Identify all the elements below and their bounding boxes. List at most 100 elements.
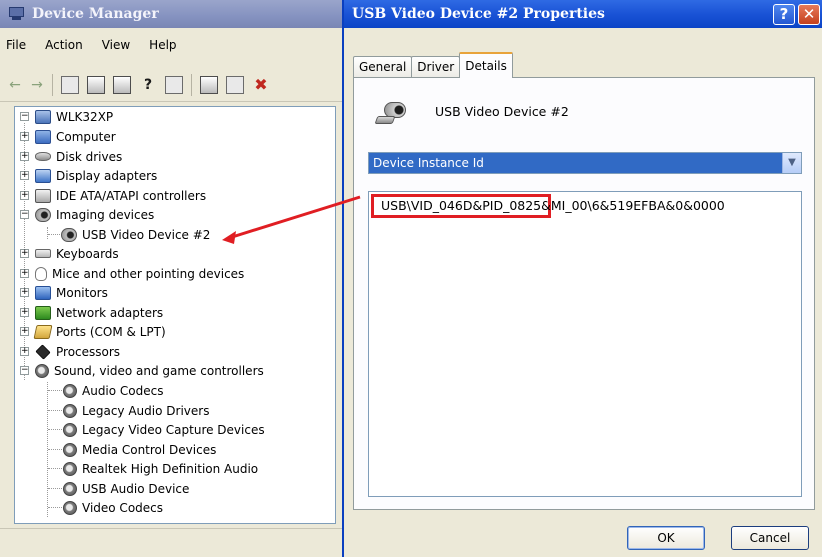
- disk-drive-icon: [35, 152, 51, 161]
- close-button[interactable]: ✕: [798, 4, 820, 25]
- tree-line: [48, 429, 62, 430]
- camera-icon: [35, 207, 51, 222]
- tree-item-keyboards[interactable]: Keyboards: [35, 244, 119, 263]
- speaker-icon: [63, 442, 77, 457]
- chevron-down-icon[interactable]: ▼: [782, 153, 801, 173]
- property-value-list[interactable]: USB\VID_046D&PID_0825&MI_00\6&519EFBA&0&…: [368, 191, 802, 497]
- expand-toggle[interactable]: +: [20, 269, 29, 278]
- toolbar: ← → ? ✖: [0, 68, 342, 102]
- tree-item-audio-codecs[interactable]: Audio Codecs: [63, 381, 164, 400]
- speaker-icon: [35, 363, 49, 378]
- tree-item-sound-video-game[interactable]: Sound, video and game controllers: [35, 361, 264, 380]
- scan-hardware-icon[interactable]: [200, 75, 218, 94]
- tree-line: [48, 488, 62, 489]
- collapse-toggle[interactable]: −: [20, 366, 29, 375]
- tree-item-usb-audio-device[interactable]: USB Audio Device: [63, 479, 189, 498]
- view-icon[interactable]: [165, 75, 183, 94]
- back-arrow-icon[interactable]: ←: [8, 76, 22, 94]
- expand-toggle[interactable]: +: [20, 191, 29, 200]
- help-icon[interactable]: ?: [139, 76, 157, 94]
- properties-titlebar[interactable]: USB Video Device #2 Properties: [344, 0, 822, 28]
- properties-icon[interactable]: [87, 75, 105, 94]
- tree-item-mice[interactable]: Mice and other pointing devices: [35, 264, 244, 283]
- tree-line: [48, 234, 60, 235]
- tab-details[interactable]: Details: [459, 52, 513, 78]
- speaker-icon: [63, 481, 77, 496]
- tree-item-ide-controllers[interactable]: IDE ATA/ATAPI controllers: [35, 186, 206, 205]
- tree-line: [48, 390, 62, 391]
- print-icon[interactable]: [113, 75, 131, 94]
- webcam-icon: [61, 227, 77, 242]
- tree-item-video-codecs[interactable]: Video Codecs: [63, 498, 163, 517]
- tree-item-legacy-video-capture[interactable]: Legacy Video Capture Devices: [63, 420, 265, 439]
- tree-item-imaging-devices[interactable]: Imaging devices: [35, 205, 154, 224]
- tree-item-media-control-devices[interactable]: Media Control Devices: [63, 440, 216, 459]
- expand-toggle[interactable]: +: [20, 347, 29, 356]
- expand-toggle[interactable]: +: [20, 327, 29, 336]
- computer-root-icon: [35, 109, 51, 124]
- device-manager-titlebar[interactable]: Device Manager: [0, 0, 342, 28]
- tab-general[interactable]: General: [353, 56, 413, 78]
- tree-item-network-adapters[interactable]: Network adapters: [35, 303, 163, 322]
- tree-item-processors[interactable]: Processors: [35, 342, 120, 361]
- property-dropdown[interactable]: Device Instance Id ▼: [368, 152, 802, 174]
- tree-root[interactable]: WLK32XP: [35, 107, 113, 126]
- property-dropdown-value: Device Instance Id: [373, 156, 484, 170]
- display-adapter-icon: [35, 168, 51, 183]
- tree-item-display-adapters[interactable]: Display adapters: [35, 166, 157, 185]
- uninstall-icon[interactable]: ✖: [252, 75, 270, 94]
- window-title: Device Manager: [32, 6, 159, 22]
- expand-toggle[interactable]: +: [20, 288, 29, 297]
- menu-file[interactable]: File: [6, 38, 26, 52]
- collapse-toggle[interactable]: −: [20, 210, 29, 219]
- tab-driver[interactable]: Driver: [411, 56, 461, 78]
- ide-controller-icon: [35, 188, 51, 203]
- menu-action[interactable]: Action: [45, 38, 83, 52]
- mouse-icon: [35, 266, 47, 281]
- dialog-title: USB Video Device #2 Properties: [352, 6, 605, 22]
- menu-view[interactable]: View: [102, 38, 130, 52]
- network-adapter-icon: [35, 305, 51, 320]
- device-tree[interactable]: − WLK32XP + Computer + Disk drives + Dis…: [14, 106, 336, 524]
- menu-help[interactable]: Help: [149, 38, 176, 52]
- port-icon: [33, 324, 53, 339]
- expand-toggle[interactable]: +: [20, 249, 29, 258]
- menu-bar: File Action View Help: [0, 28, 342, 62]
- tree-line: [48, 507, 62, 508]
- tree-line: [47, 227, 48, 239]
- expand-toggle[interactable]: +: [20, 152, 29, 161]
- device-manager-icon: [8, 7, 26, 21]
- speaker-icon: [63, 422, 77, 437]
- expand-toggle[interactable]: +: [20, 132, 29, 141]
- keyboard-icon: [35, 249, 51, 258]
- update-driver-icon[interactable]: [226, 75, 244, 94]
- cancel-button[interactable]: Cancel: [731, 526, 809, 550]
- expand-toggle[interactable]: +: [20, 308, 29, 317]
- ok-button[interactable]: OK: [627, 526, 705, 550]
- device-name: USB Video Device #2: [435, 104, 569, 119]
- toolbar-separator: [52, 73, 53, 96]
- tree-item-ports[interactable]: Ports (COM & LPT): [33, 322, 166, 341]
- tree-item-disk-drives[interactable]: Disk drives: [35, 147, 122, 166]
- collapse-toggle[interactable]: −: [20, 112, 29, 121]
- tree-line: [48, 468, 62, 469]
- help-button[interactable]: ?: [773, 4, 795, 25]
- speaker-icon: [63, 403, 77, 418]
- computer-icon: [35, 129, 51, 144]
- tree-item-computer[interactable]: Computer: [35, 127, 116, 146]
- processor-icon: [35, 343, 51, 360]
- tree-item-usb-video-device[interactable]: USB Video Device #2: [61, 225, 210, 244]
- speaker-icon: [63, 383, 77, 398]
- forward-arrow-icon[interactable]: →: [30, 76, 44, 94]
- status-bar: [0, 528, 342, 557]
- property-value[interactable]: USB\VID_046D&PID_0825&MI_00\6&519EFBA&0&…: [381, 198, 725, 213]
- tree-item-legacy-audio-drivers[interactable]: Legacy Audio Drivers: [63, 401, 209, 420]
- instance-suffix-text: &MI_00\6&519EFBA&0&0000: [541, 198, 725, 213]
- tab-strip: General Driver Details: [353, 52, 513, 78]
- speaker-icon: [63, 500, 77, 515]
- tree-item-monitors[interactable]: Monitors: [35, 283, 108, 302]
- tree-item-realtek-audio[interactable]: Realtek High Definition Audio: [63, 459, 258, 478]
- tree-line: [48, 410, 62, 411]
- expand-toggle[interactable]: +: [20, 171, 29, 180]
- show-hide-tree-icon[interactable]: [61, 75, 79, 94]
